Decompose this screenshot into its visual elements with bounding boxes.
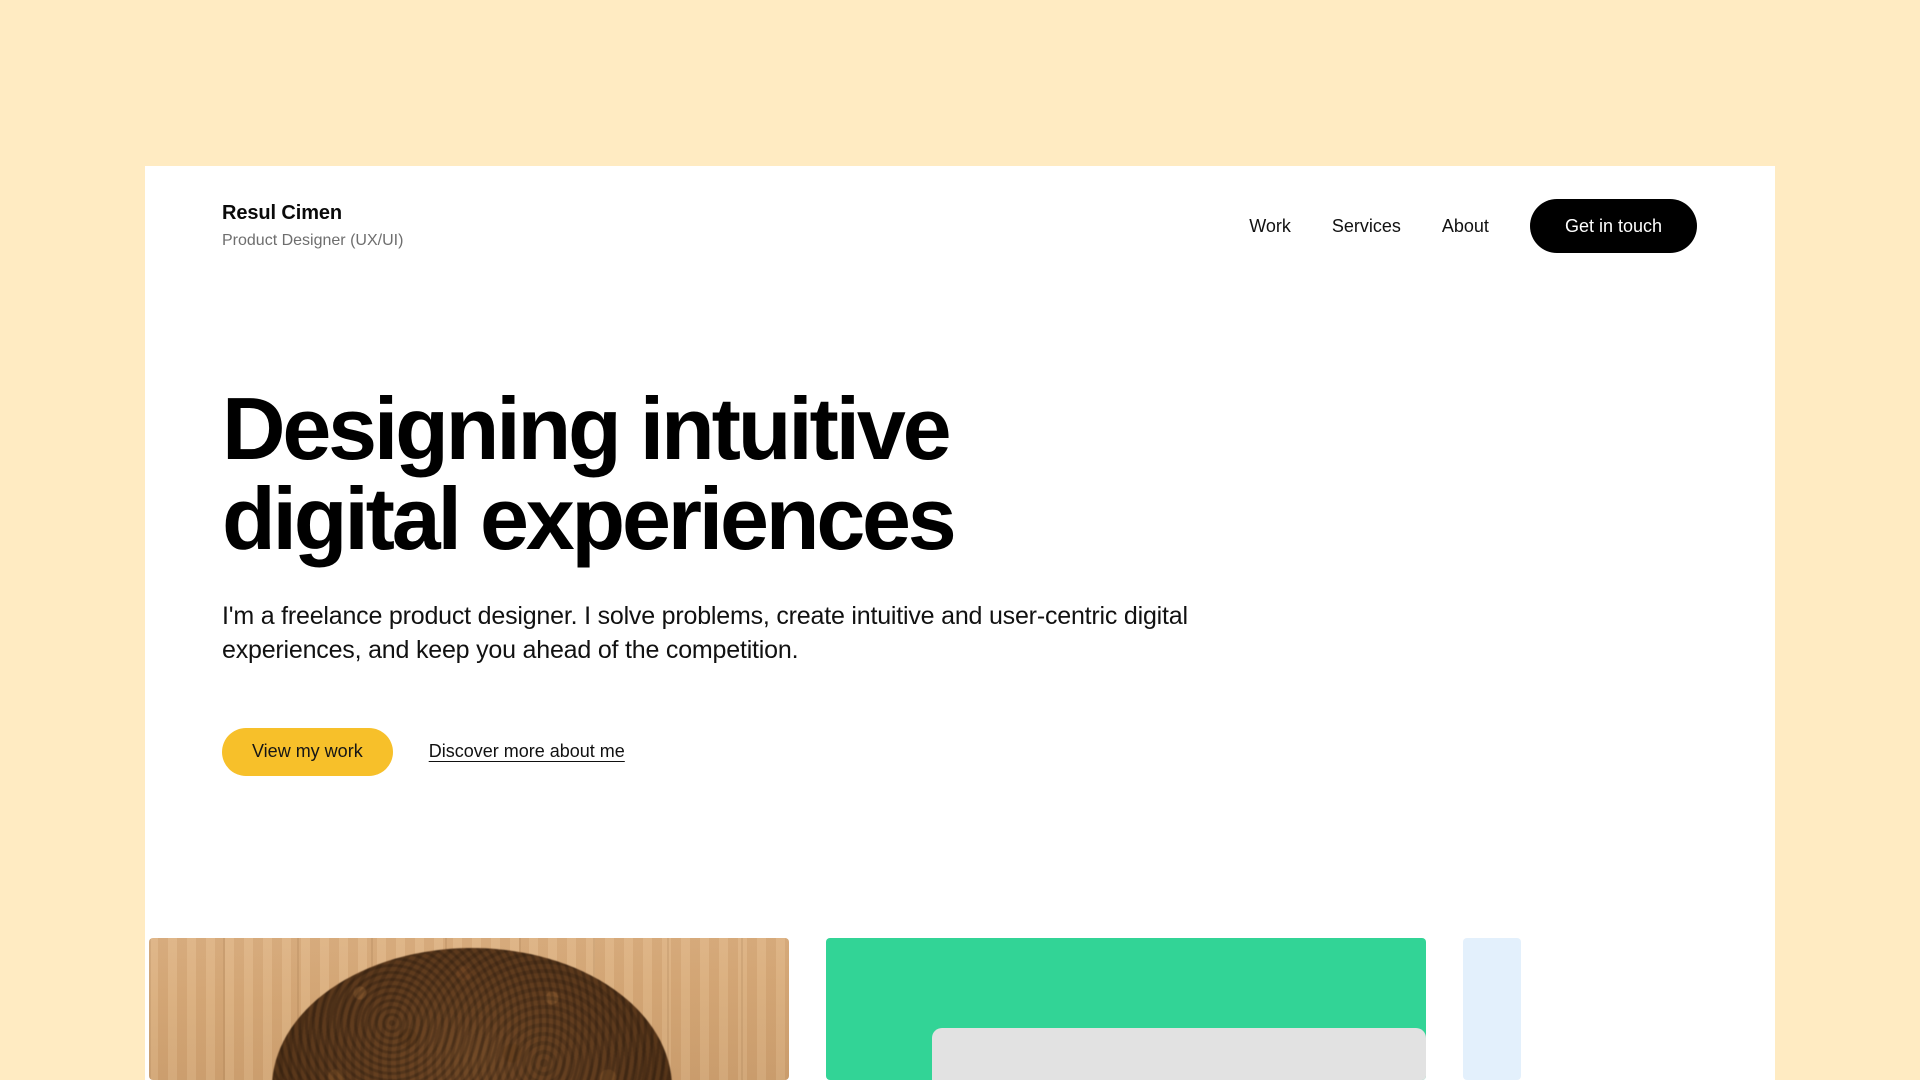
primary-navigation: Work Services About Get in touch: [1249, 199, 1697, 253]
hero-subtitle: I'm a freelance product designer. I solv…: [222, 601, 1188, 665]
brand-name: Resul Cimen: [222, 202, 343, 225]
nav-links: Work Services About: [1249, 216, 1489, 237]
showcase-card-portrait[interactable]: [149, 938, 789, 1080]
brand-role: Product Designer (UX/UI): [222, 232, 404, 250]
hero-heading: Designing intuitive digital experiences: [222, 379, 957, 568]
site-header: Resul Cimen Product Designer (UX/UI) Wor…: [145, 166, 1775, 286]
get-in-touch-button[interactable]: Get in touch: [1529, 199, 1697, 253]
portrait-hair: [272, 948, 672, 1080]
page-stage: Resul Cimen Product Designer (UX/UI) Wor…: [0, 0, 1920, 1080]
showcase-track[interactable]: [145, 938, 1521, 1080]
nav-item-about[interactable]: About: [1442, 216, 1489, 237]
brand-logo[interactable]: Resul Cimen Product Designer (UX/UI): [222, 201, 403, 250]
hero-section: Designing intuitive digital experiences …: [222, 384, 1322, 776]
green-card-inner-panel: [932, 1028, 1426, 1080]
nav-item-work[interactable]: Work: [1249, 216, 1291, 237]
view-my-work-button[interactable]: View my work: [222, 727, 393, 776]
showcase-card-green-project[interactable]: [826, 938, 1426, 1080]
showcase-carousel: [145, 938, 1775, 1080]
showcase-card-peek-right[interactable]: [1463, 938, 1521, 1080]
hero-actions: View my work Discover more about me: [222, 727, 1322, 776]
discover-more-link[interactable]: Discover more about me: [429, 741, 625, 762]
site-container: Resul Cimen Product Designer (UX/UI) Wor…: [145, 166, 1775, 1080]
nav-item-services[interactable]: Services: [1332, 216, 1401, 237]
